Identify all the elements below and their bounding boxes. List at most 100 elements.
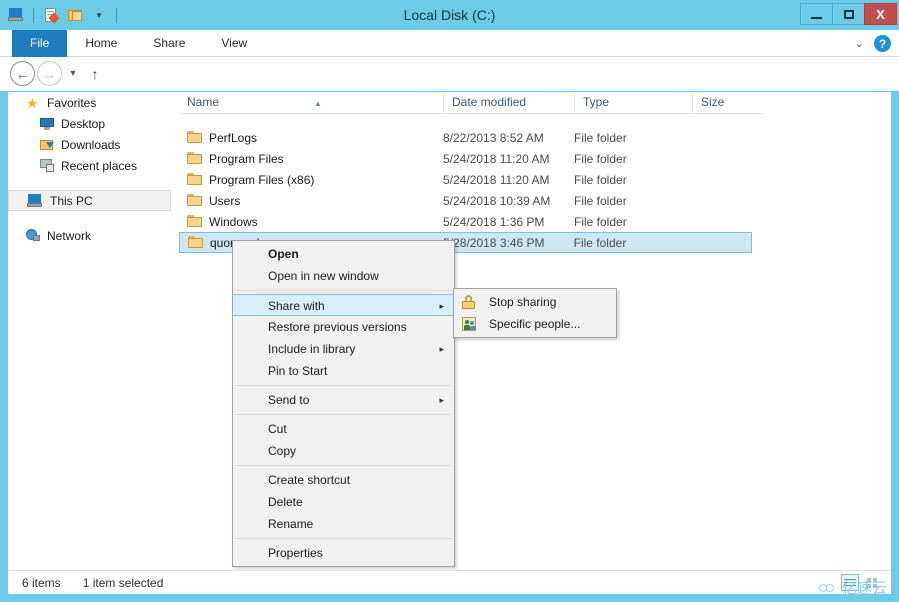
column-header-size[interactable]: Size (692, 92, 763, 113)
address-bar-row: ← → ▾ ↑ ▸ This PC ▸ Local Disk (C:) ▸ ⌄ (0, 57, 899, 143)
tab-home[interactable]: Home (67, 30, 135, 57)
downloads-icon (40, 139, 54, 151)
sidebar-item-label: Downloads (61, 137, 121, 152)
table-row[interactable]: Program Files 5/24/2018 11:20 AM File fo… (179, 148, 752, 169)
file-date-cell: 8/22/2013 8:52 AM (443, 130, 544, 145)
sidebar-item-recent-places[interactable]: Recent places (8, 155, 171, 176)
context-menu-item-include-in-library[interactable]: Include in library ▸ (233, 338, 454, 360)
chevron-right-icon: ▸ (439, 344, 444, 354)
context-menu-item-open-in-new-window[interactable]: Open in new window (233, 265, 454, 287)
file-name-cell: Program Files (179, 152, 443, 166)
forward-button[interactable]: → (37, 61, 62, 86)
tab-file[interactable]: File (12, 30, 68, 57)
file-name-label: Program Files (x86) (209, 172, 315, 187)
chevron-down-icon: ▾ (70, 68, 76, 79)
window-title: Local Disk (C:) (403, 7, 496, 23)
file-date-cell: 5/24/2018 10:39 AM (443, 193, 551, 208)
back-button[interactable]: ← (10, 61, 35, 86)
up-arrow-icon: ↑ (91, 65, 99, 82)
sidebar-item-downloads[interactable]: Downloads (8, 134, 171, 155)
tab-view[interactable]: View (203, 30, 265, 57)
menu-separator (235, 290, 452, 291)
sidebar-item-label: This PC (50, 193, 93, 208)
file-name-label: Users (209, 193, 241, 208)
menu-separator (235, 414, 452, 415)
table-row[interactable]: PerfLogs 8/22/2013 8:52 AM File folder (179, 127, 752, 148)
file-name-label: Program Files (209, 151, 284, 166)
folder-icon (187, 131, 202, 144)
context-menu-item-copy[interactable]: Copy (233, 440, 454, 462)
sidebar-item-label: Recent places (61, 158, 138, 173)
menu-item-label: Copy (268, 444, 297, 458)
context-menu-item-rename[interactable]: Rename (233, 513, 454, 535)
ribbon-tabs: File Home Share View (12, 30, 265, 57)
file-date-cell: 5/24/2018 11:20 AM (443, 151, 550, 166)
menu-item-label: Cut (268, 422, 287, 436)
watermark: 亿速云 (818, 577, 887, 598)
cloud-icon (818, 581, 839, 594)
chevron-down-icon[interactable]: ⌄ (855, 37, 864, 50)
column-header-date-modified[interactable]: Date modified (443, 92, 574, 113)
file-type-cell: File folder (573, 235, 627, 250)
context-menu-item-properties[interactable]: Properties (233, 542, 454, 564)
sidebar-item-favorites[interactable]: ★ Favorites (8, 92, 171, 113)
menu-separator (235, 465, 452, 466)
file-name-label: PerfLogs (209, 130, 258, 145)
explorer-window: ▾ Local Disk (C:) X File Home Share View… (0, 0, 899, 602)
menu-item-label: Include in library (268, 342, 356, 356)
minimize-button[interactable] (800, 3, 833, 25)
table-row[interactable]: Program Files (x86) 5/24/2018 11:20 AM F… (179, 169, 752, 190)
navigation-buttons: ← → ▾ ↑ (10, 61, 106, 86)
window-controls: X (800, 3, 897, 25)
menu-item-label: Rename (268, 517, 314, 531)
close-icon: X (876, 6, 885, 22)
menu-item-label: Specific people... (489, 317, 581, 331)
file-type-cell: File folder (574, 130, 627, 145)
context-menu-item-cut[interactable]: Cut (233, 418, 454, 440)
item-count-label: 6 items (22, 575, 61, 590)
back-arrow-icon: ← (15, 65, 30, 82)
menu-separator (235, 385, 452, 386)
file-date-cell: 5/28/2018 3:46 PM (443, 235, 545, 250)
recent-locations-button[interactable]: ▾ (64, 61, 82, 86)
tab-share[interactable]: Share (135, 30, 203, 57)
menu-item-label: Share with (268, 299, 325, 313)
ribbon-right-controls: ⌄ ? (855, 30, 891, 57)
file-name-cell: Users (179, 194, 443, 208)
help-icon[interactable]: ? (874, 35, 891, 52)
column-header-label: Type (583, 95, 610, 109)
navigation-pane: ★ Favorites Desktop Downloads Recent pla… (8, 92, 171, 570)
sidebar-item-network[interactable]: Network (8, 225, 171, 246)
context-menu-item-restore-previous-versions[interactable]: Restore previous versions (233, 316, 454, 338)
context-menu-item-create-shortcut[interactable]: Create shortcut (233, 469, 454, 491)
menu-item-label: Properties (268, 546, 323, 560)
file-name-cell: Windows (179, 215, 443, 229)
column-header-name[interactable]: Name ▲ (179, 92, 443, 113)
menu-item-label: Stop sharing (489, 295, 557, 309)
folder-icon (187, 152, 202, 165)
submenu-item-stop-sharing[interactable]: Stop sharing (454, 291, 616, 313)
selection-count-label: 1 item selected (82, 575, 164, 590)
sidebar-item-this-pc[interactable]: This PC (8, 190, 171, 211)
folder-icon (187, 215, 202, 228)
submenu-item-specific-people[interactable]: Specific people... (454, 313, 616, 335)
this-pc-icon (27, 193, 43, 208)
menu-item-label: Open in new window (268, 269, 379, 283)
close-button[interactable]: X (864, 3, 897, 25)
table-row[interactable]: Windows 5/24/2018 1:36 PM File folder (179, 211, 752, 232)
context-menu-item-pin-to-start[interactable]: Pin to Start (233, 360, 454, 382)
menu-item-label: Pin to Start (268, 364, 328, 378)
sidebar-item-desktop[interactable]: Desktop (8, 113, 171, 134)
file-name-label: Windows (209, 214, 258, 229)
up-button[interactable]: ↑ (84, 61, 106, 86)
file-date-cell: 5/24/2018 1:36 PM (443, 214, 545, 229)
maximize-button[interactable] (832, 3, 865, 25)
table-row[interactable]: Users 5/24/2018 10:39 AM File folder (179, 190, 752, 211)
menu-item-label: Create shortcut (268, 473, 351, 487)
context-menu-item-send-to[interactable]: Send to ▸ (233, 389, 454, 411)
context-menu-item-open[interactable]: Open (233, 243, 454, 265)
context-menu-item-share-with[interactable]: Share with ▸ (233, 294, 454, 316)
context-menu-item-delete[interactable]: Delete (233, 491, 454, 513)
column-header-type[interactable]: Type (574, 92, 692, 113)
